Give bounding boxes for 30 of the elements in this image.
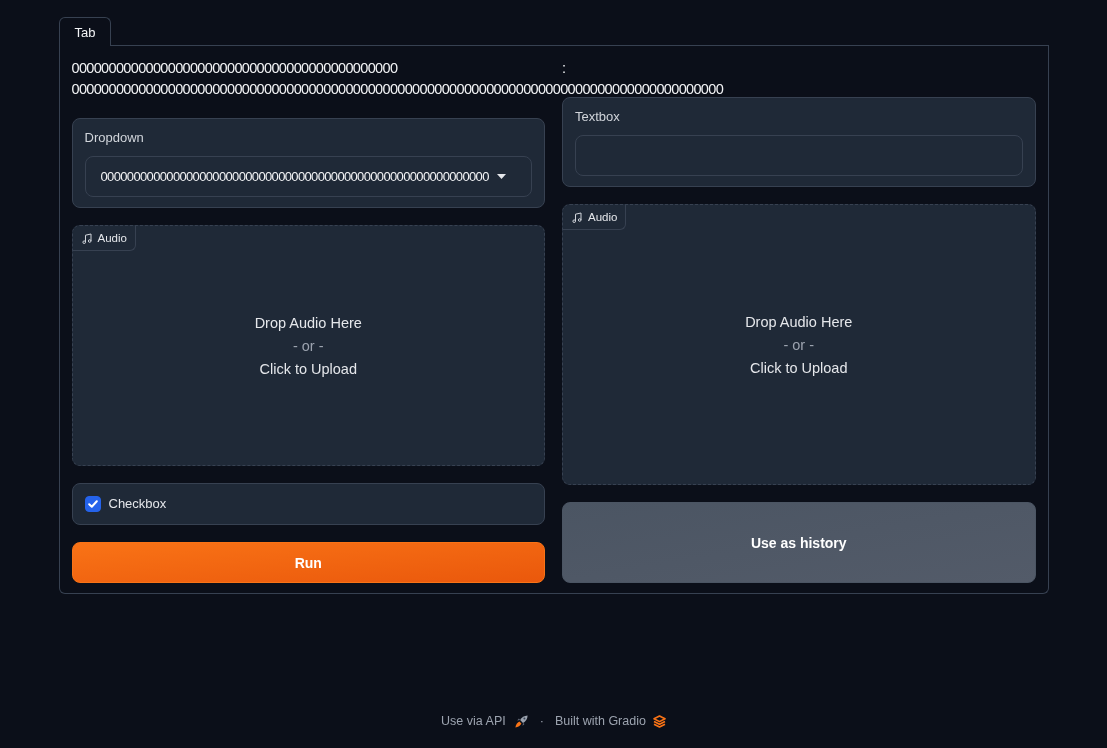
or-text: - or - xyxy=(783,335,815,354)
markdown-text: 0000000000000000000000000000000000000000000000000000000000000000000000000000000000000000 xyxy=(71,81,724,97)
drop-audio-text: Drop Audio Here xyxy=(745,312,853,331)
markdown-text: 00000000000000000000000000000000000000000000 xyxy=(71,60,398,76)
audio-label-text: Audio xyxy=(97,232,127,244)
text-input-field[interactable] xyxy=(575,135,1023,176)
caret-down-icon xyxy=(496,174,506,179)
history-button[interactable]: Use as history xyxy=(562,502,1036,583)
stacked-layers-icon xyxy=(652,714,666,728)
audio-label-text: Audio xyxy=(588,211,618,223)
checkbox[interactable] xyxy=(84,496,101,512)
drop-audio-text: Drop Audio Here xyxy=(254,313,362,332)
tab[interactable]: Tab xyxy=(58,17,112,46)
dropdown-field[interactable]: 00000000000000000000000000000000000000000000000000000000000 xyxy=(84,156,532,197)
click-to-upload-text: Click to Upload xyxy=(750,358,848,377)
checkbox-label[interactable]: Checkbox xyxy=(108,495,167,513)
music-note-icon xyxy=(81,232,92,244)
audio-upload-area[interactable]: Audio Drop Audio Here - or - Click to Upload xyxy=(562,204,1036,485)
built-with-link[interactable]: Built with Gradio xyxy=(554,712,666,730)
click-to-upload-text: Click to Upload xyxy=(259,359,357,378)
or-text: - or - xyxy=(292,336,324,355)
footer-separator: · xyxy=(539,713,544,730)
markdown-text: : xyxy=(562,60,566,76)
checkmark-icon xyxy=(87,500,98,508)
rocket-icon xyxy=(514,714,528,728)
use-via-api-link[interactable]: Use via API xyxy=(441,712,528,730)
music-note-icon xyxy=(572,211,582,223)
dropdown-label: Dropdown xyxy=(84,129,144,147)
audio-upload-area[interactable]: Audio Drop Audio Here - or - Click to Upload xyxy=(71,225,545,466)
textbox-label: Textbox xyxy=(575,108,620,126)
